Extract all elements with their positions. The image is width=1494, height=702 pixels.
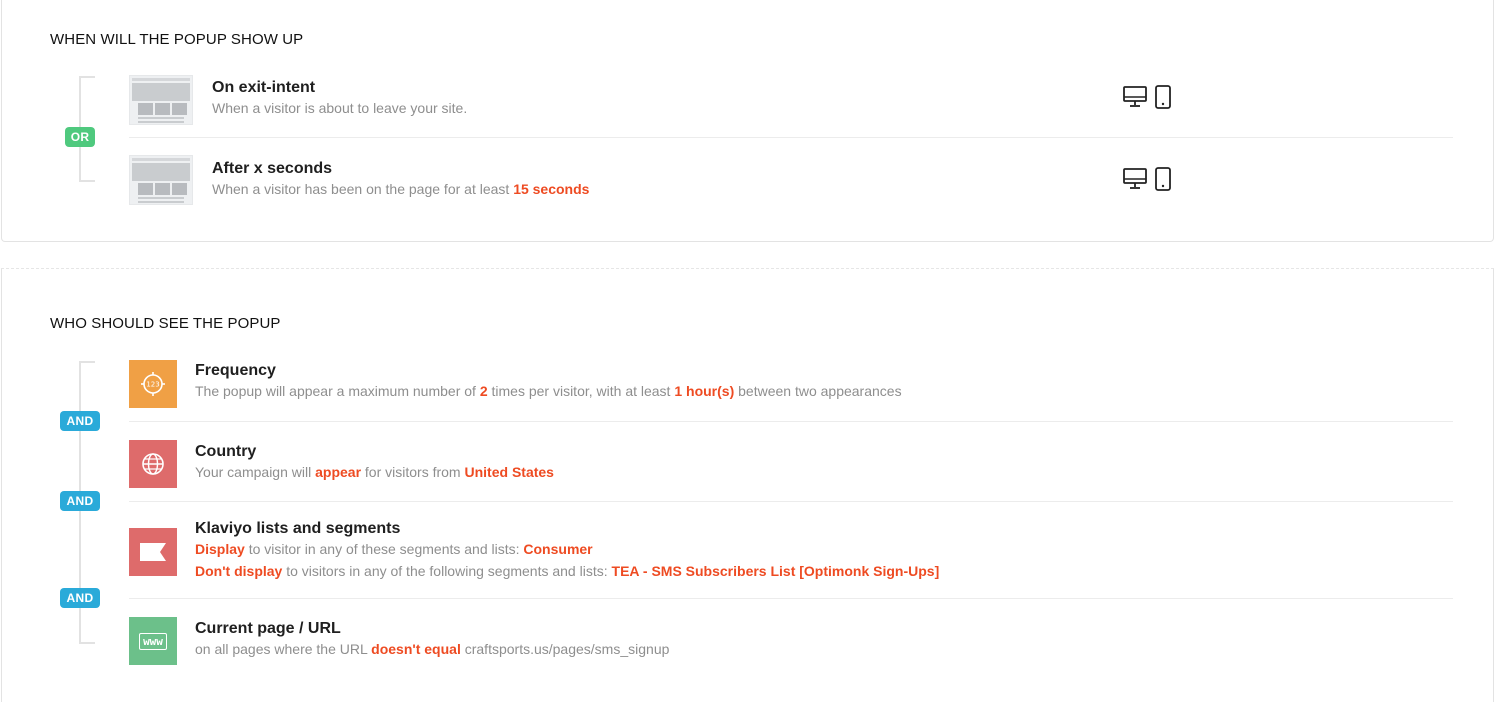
www-icon-label: www [139,632,167,650]
exit-intent-title: On exit-intent [212,79,316,96]
globe-icon [129,440,177,488]
after-seconds-value: 15 seconds [513,181,590,197]
and-badge: AND [60,588,100,608]
flag-icon [129,528,177,576]
after-seconds-devices [1123,167,1171,196]
condition-frequency[interactable]: 123 Frequency The popup will appear a ma… [129,360,1453,410]
frequency-desc: The popup will appear a maximum number o… [195,383,902,399]
country-title: Country [195,443,257,460]
klaviyo-hide-list: TEA - SMS Subscribers List [Optimonk Sig… [611,563,940,579]
and-badge: AND [60,411,100,431]
frequency-max-count: 2 [479,383,488,399]
frequency-desc-text: The popup will appear a maximum number o… [195,383,480,399]
frequency-icon: 123 [129,360,177,408]
who-section-title: WHO SHOULD SEE THE POPUP [50,315,281,332]
when-section-title: WHEN WILL THE POPUP SHOW UP [50,31,304,48]
and-connector-cap-top [79,361,95,363]
klaviyo-display-mode: Display [195,541,245,557]
condition-current-page[interactable]: www Current page / URL on all pages wher… [129,617,1453,667]
row-divider [129,501,1453,502]
klaviyo-title: Klaviyo lists and segments [195,520,401,537]
desktop-icon [1123,86,1147,113]
after-seconds-desc-text: When a visitor has been on the page for … [212,181,514,197]
after-seconds-thumbnail [129,155,193,205]
klaviyo-desc-text: to visitor in any of these segments and … [244,541,524,557]
klaviyo-hide-line: Don't display to visitors in any of the … [195,563,939,579]
trigger-exit-intent[interactable]: On exit-intent When a visitor is about t… [129,75,1453,130]
when-section-card: WHEN WILL THE POPUP SHOW UP OR On exit-i… [1,0,1494,242]
klaviyo-desc-text: to visitors in any of the following segm… [282,563,612,579]
desktop-icon [1123,168,1147,195]
after-seconds-desc: When a visitor has been on the page for … [212,181,589,197]
klaviyo-hide-mode: Don't display [195,563,283,579]
exit-intent-devices [1123,85,1171,114]
or-badge: OR [65,127,95,147]
current-page-desc: on all pages where the URL doesn't equal… [195,641,669,657]
mobile-icon [1155,167,1171,196]
and-connector-cap-bottom [79,642,95,644]
country-value: United States [464,464,554,480]
frequency-desc-text: between two appearances [734,383,902,399]
exit-intent-thumbnail [129,75,193,125]
row-divider [129,421,1453,422]
current-page-title: Current page / URL [195,620,341,637]
klaviyo-display-line: Display to visitor in any of these segme… [195,541,593,557]
frequency-desc-text: times per visitor, with at least [487,383,675,399]
row-divider [129,137,1453,138]
current-page-desc-text: on all pages where the URL [195,641,372,657]
frequency-interval: 1 hour(s) [674,383,735,399]
mobile-icon [1155,85,1171,114]
or-connector-cap-bottom [79,180,95,182]
country-mode: appear [315,464,362,480]
current-page-operator: doesn't equal [371,641,461,657]
country-desc-text: Your campaign will [195,464,316,480]
www-icon: www [129,617,177,665]
and-badge: AND [60,491,100,511]
country-desc: Your campaign will appear for visitors f… [195,464,554,480]
condition-klaviyo[interactable]: Klaviyo lists and segments Display to vi… [129,520,1453,580]
frequency-title: Frequency [195,362,276,379]
current-page-url: craftsports.us/pages/sms_signup [460,641,670,657]
or-connector-cap-top [79,76,95,78]
after-seconds-title: After x seconds [212,160,333,177]
country-desc-text: for visitors from [361,464,465,480]
svg-text:123: 123 [146,381,159,389]
klaviyo-display-list: Consumer [523,541,593,557]
exit-intent-desc: When a visitor is about to leave your si… [212,100,468,116]
row-divider [129,598,1453,599]
trigger-after-seconds[interactable]: After x seconds When a visitor has been … [129,155,1453,210]
condition-country[interactable]: Country Your campaign will appear for vi… [129,440,1453,490]
who-section-card: WHO SHOULD SEE THE POPUP AND AND AND 123… [1,268,1494,702]
